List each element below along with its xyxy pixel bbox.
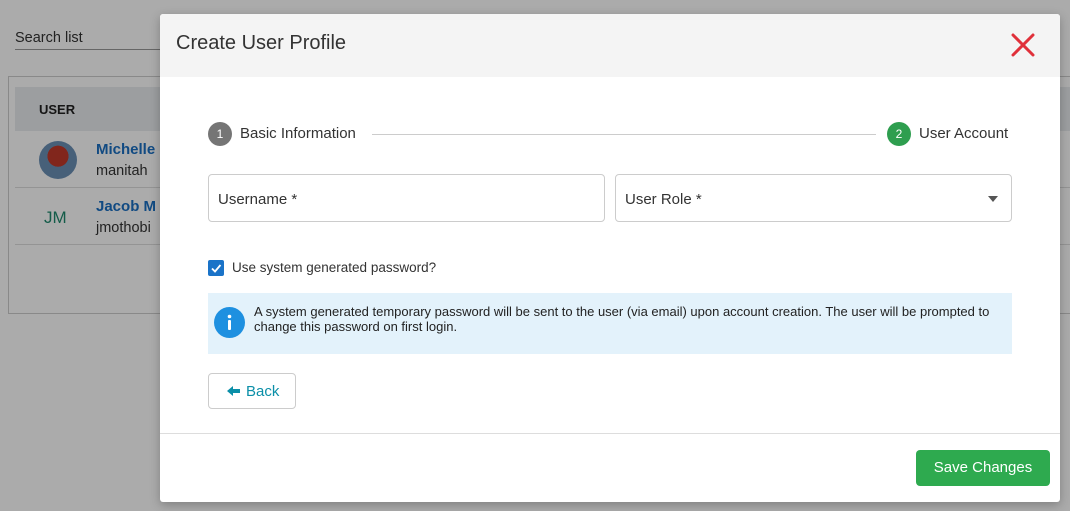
create-user-modal: Create User Profile 1 Basic Information …	[160, 14, 1060, 502]
checkmark-icon	[211, 264, 222, 273]
info-icon	[214, 307, 245, 338]
back-button[interactable]: Back	[208, 373, 296, 409]
arrow-left-icon	[227, 386, 240, 396]
stepper-connector	[372, 134, 876, 135]
step-1-label[interactable]: Basic Information	[240, 125, 356, 142]
save-changes-button[interactable]: Save Changes	[916, 450, 1050, 486]
close-button[interactable]	[1008, 30, 1038, 60]
chevron-down-icon	[988, 196, 998, 202]
modal-header: Create User Profile	[160, 14, 1060, 77]
info-message: A system generated temporary password wi…	[254, 304, 990, 334]
username-field[interactable]: Username *	[208, 174, 605, 222]
user-role-select[interactable]: User Role *	[615, 174, 1012, 222]
step-2-label[interactable]: User Account	[919, 125, 1008, 142]
system-password-checkbox[interactable]	[208, 260, 224, 276]
stepper: 1 Basic Information 2 User Account	[208, 122, 1012, 146]
user-role-label: User Role *	[625, 191, 702, 208]
info-alert: A system generated temporary password wi…	[208, 293, 1012, 354]
step-2-badge[interactable]: 2	[887, 122, 911, 146]
back-label: Back	[246, 383, 280, 400]
system-password-label[interactable]: Use system generated password?	[232, 260, 436, 275]
footer-divider	[160, 433, 1060, 434]
username-label: Username *	[218, 191, 298, 208]
modal-title: Create User Profile	[176, 32, 347, 54]
close-icon	[1011, 33, 1035, 57]
step-1-badge[interactable]: 1	[208, 122, 232, 146]
